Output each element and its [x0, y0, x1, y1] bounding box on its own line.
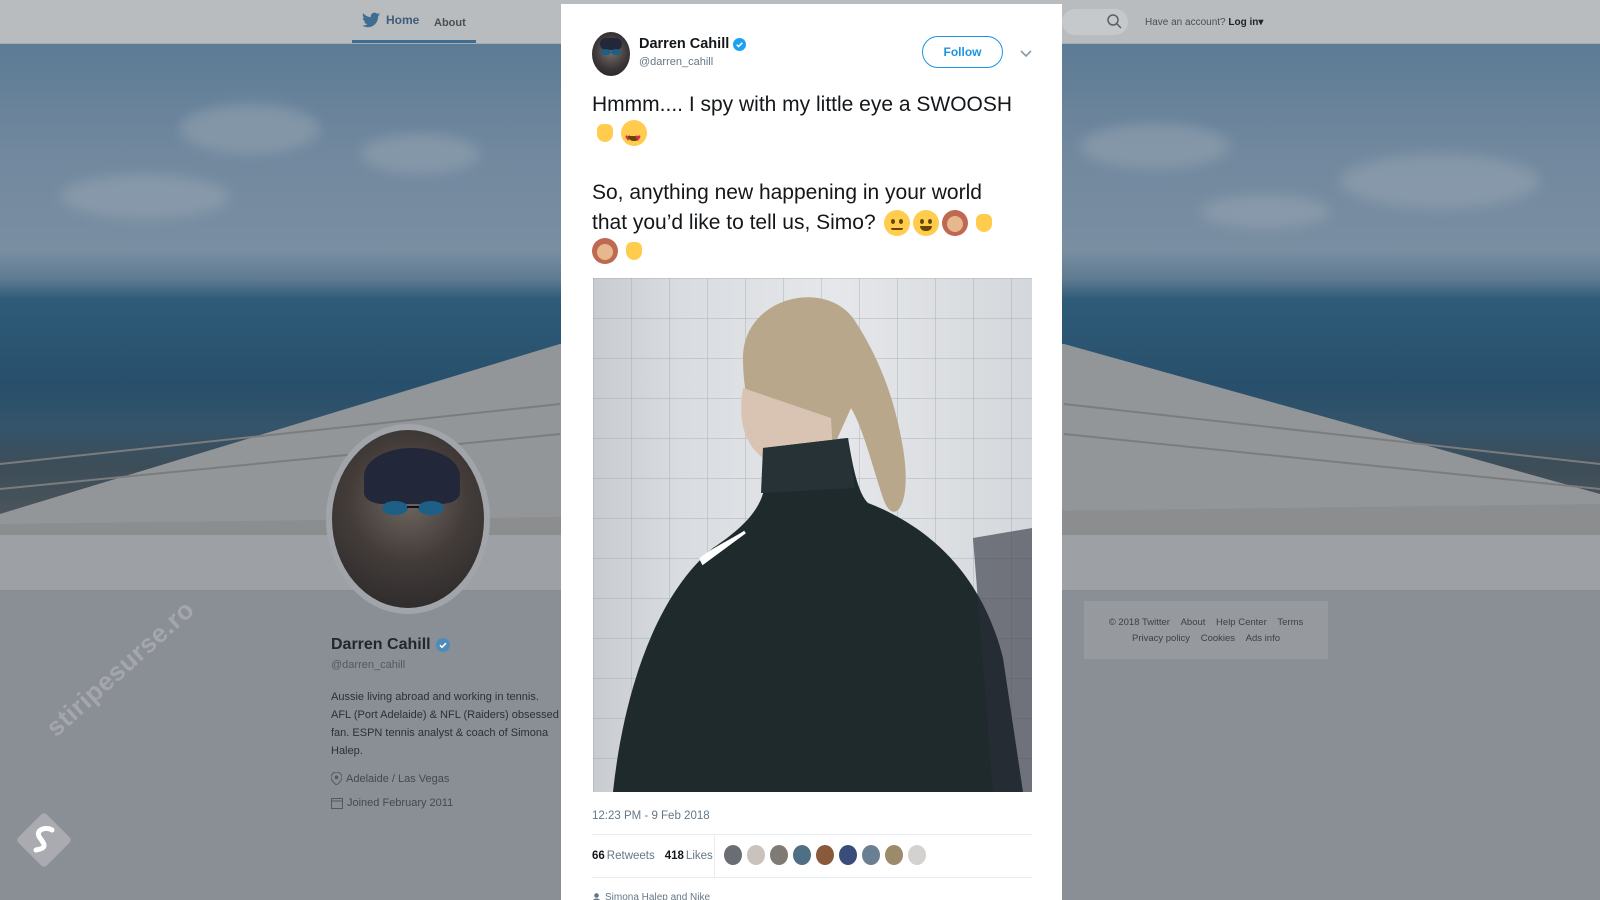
liker-avatar[interactable]	[907, 844, 927, 866]
tweet-timestamp[interactable]: 12:23 PM - 9 Feb 2018	[592, 810, 710, 822]
profile-joined-text: Joined February 2011	[347, 797, 454, 809]
profile-handle[interactable]: @darren_cahill	[331, 659, 405, 671]
liker-avatar[interactable]	[723, 844, 743, 866]
divider	[592, 877, 1032, 878]
verified-icon	[733, 37, 747, 51]
profile-joined: Joined February 2011	[331, 797, 453, 809]
profile-location: Adelaide / Las Vegas	[331, 772, 449, 785]
tweet-photo[interactable]	[593, 278, 1032, 792]
location-pin-icon	[331, 772, 342, 785]
chevron-down-icon[interactable]	[1019, 46, 1033, 60]
sunglasses-shape	[382, 501, 444, 515]
footer-privacy-link[interactable]: Privacy policy	[1132, 633, 1190, 644]
nav-about-link[interactable]: About	[434, 17, 466, 29]
verified-icon	[435, 638, 450, 652]
nav-home-label: Home	[386, 13, 420, 27]
tweet-text-line3: So, anything new happening in your world	[592, 181, 982, 204]
watermark-text: stiripesurse.ro	[40, 594, 200, 743]
cap-shape	[364, 448, 460, 504]
tweet-author-avatar[interactable]	[592, 32, 630, 76]
footer-cookies-link[interactable]: Cookies	[1201, 633, 1235, 644]
liker-avatar[interactable]	[815, 844, 835, 866]
person-icon	[592, 892, 601, 900]
tagged-users-text: Simona Halep and Nike	[605, 892, 711, 900]
profile-location-text: Adelaide / Las Vegas	[346, 772, 450, 785]
footer-copyright: © 2018 Twitter	[1108, 617, 1170, 628]
likes-stat[interactable]: 418 Likes	[665, 850, 713, 862]
liker-avatar[interactable]	[861, 844, 881, 866]
nav-active-indicator	[352, 40, 476, 43]
pointing-down-emoji-icon	[971, 210, 997, 236]
calendar-icon	[331, 798, 343, 809]
stats-divider	[714, 836, 715, 878]
liker-avatar[interactable]	[838, 844, 858, 866]
person-in-jacket-illustration	[613, 297, 1032, 792]
fist-bump-emoji-icon	[621, 238, 647, 264]
account-prompt[interactable]: Have an account? Log in▾	[1145, 17, 1263, 28]
tweet-author-name-text: Darren Cahill	[639, 36, 730, 52]
footer-ads-info-link[interactable]: Ads info	[1246, 633, 1280, 644]
raised-eyebrow-emoji-icon	[883, 210, 910, 236]
heart-eyes-emoji-icon	[621, 120, 647, 154]
twitter-bird-icon	[362, 12, 380, 28]
monkey-emoji-icon	[941, 210, 968, 236]
likers-avatars	[723, 844, 927, 866]
login-link[interactable]: Log in	[1228, 17, 1258, 28]
liker-avatar[interactable]	[769, 844, 789, 866]
caret-down-icon: ▾	[1258, 17, 1264, 28]
smiley-emoji-icon	[912, 210, 939, 236]
profile-name-text: Darren Cahill	[331, 636, 431, 653]
liker-avatar[interactable]	[884, 844, 904, 866]
tweet-modal: Darren Cahill @darren_cahill Follow Hmmm…	[561, 4, 1062, 900]
tagged-users[interactable]: Simona Halep and Nike	[592, 892, 710, 900]
retweets-label: Retweets	[606, 850, 655, 862]
footer-help-center-link[interactable]: Help Center	[1216, 617, 1267, 628]
profile-bio: Aussie living abroad and working in tenn…	[331, 691, 559, 757]
divider	[592, 834, 1032, 835]
profile-avatar[interactable]	[326, 424, 490, 614]
tweet-stats: 66 Retweets 418 Likes	[592, 850, 713, 862]
tweet-text-line1-text: Hmmm.... I spy with my little eye a SWOO…	[592, 93, 1013, 116]
retweets-count: 66	[592, 850, 605, 862]
tweet-author-name[interactable]: Darren Cahill	[639, 36, 747, 52]
raised-fist-emoji-icon	[592, 120, 618, 146]
tweet-text-line4-text: that you’d like to tell us, Simo?	[592, 211, 876, 234]
liker-avatar[interactable]	[792, 844, 812, 866]
account-prompt-text: Have an account?	[1145, 17, 1226, 28]
search-icon[interactable]	[1106, 13, 1122, 29]
watermark-logo-icon	[17, 813, 71, 867]
tweet-text-line1: Hmmm.... I spy with my little eye a SWOO…	[592, 90, 1013, 154]
follow-button[interactable]: Follow	[922, 36, 1003, 68]
liker-avatar[interactable]	[746, 844, 766, 866]
footer-terms-link[interactable]: Terms	[1277, 617, 1303, 628]
likes-label: Likes	[685, 850, 713, 862]
footer-about-link[interactable]: About	[1181, 617, 1206, 628]
avatar-sunglasses-shape	[600, 38, 622, 55]
likes-count: 418	[664, 850, 684, 862]
nav-home-link[interactable]: Home	[362, 12, 419, 28]
profile-name[interactable]: Darren Cahill	[331, 636, 450, 654]
see-no-evil-monkey-emoji-icon	[592, 238, 618, 264]
tweet-author-handle[interactable]: @darren_cahill	[639, 56, 713, 68]
retweets-stat[interactable]: 66 Retweets	[592, 850, 655, 862]
footer-links: © 2018 Twitter About Help Center Terms P…	[1084, 601, 1328, 659]
tweet-text-line4: that you’d like to tell us, Simo?	[592, 208, 1000, 264]
